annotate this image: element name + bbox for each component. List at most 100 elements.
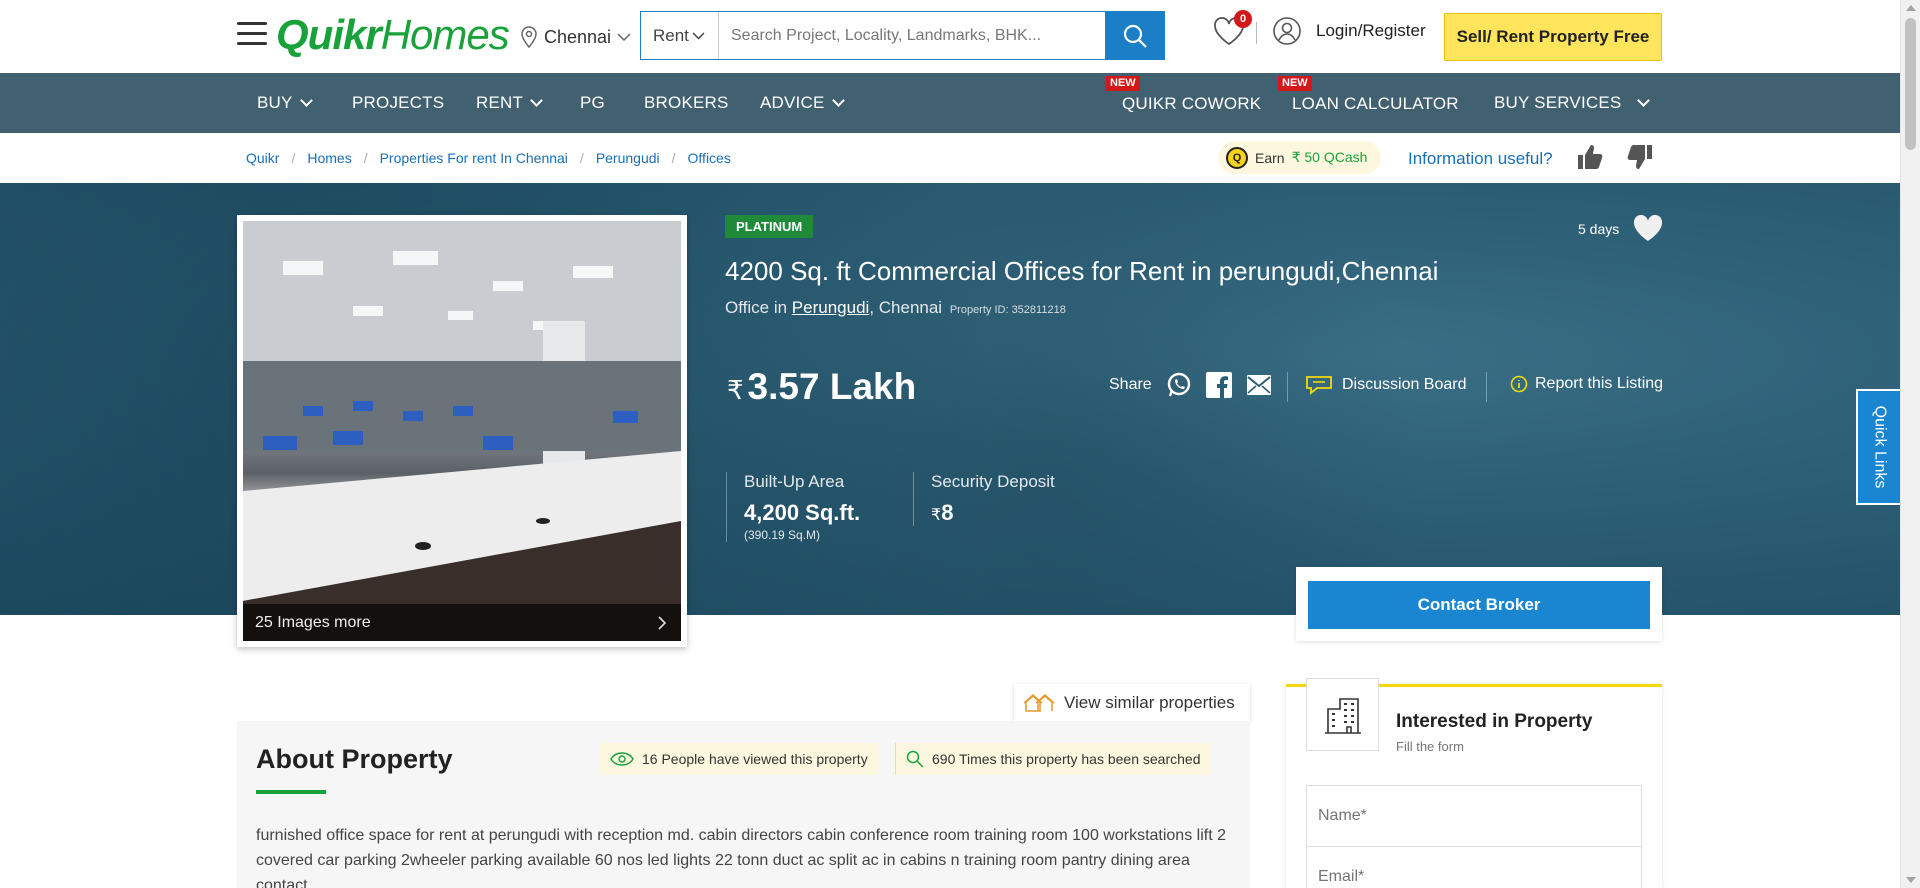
thumbs-up-icon[interactable]	[1576, 143, 1604, 171]
scroll-down-arrow-icon[interactable]	[1906, 877, 1916, 883]
divider	[1486, 372, 1487, 402]
email-icon[interactable]	[1246, 374, 1272, 396]
heading-underline	[256, 790, 326, 794]
breadcrumb-properties-rent-chennai[interactable]: Properties For rent In Chennai	[380, 150, 568, 166]
sell-rent-property-button[interactable]: Sell/ Rent Property Free	[1444, 13, 1662, 61]
chevron-right-icon	[658, 615, 667, 630]
property-photo[interactable]: 25 Images more	[237, 215, 687, 647]
price-value: 3.57 Lakh	[747, 366, 917, 407]
chevron-down-icon	[617, 32, 631, 41]
building-icon-box	[1306, 678, 1379, 751]
nav-brokers[interactable]: BROKERS	[644, 73, 729, 133]
building-icon	[1324, 697, 1361, 734]
location-pin-icon	[521, 26, 537, 48]
divider	[1287, 372, 1288, 402]
nav-rent[interactable]: RENT	[476, 73, 543, 133]
nav-buy[interactable]: BUY	[257, 73, 313, 133]
rupee-symbol: ₹	[931, 507, 942, 524]
about-property-section: About Property 16 People have viewed thi…	[237, 721, 1250, 888]
quikrhomes-logo[interactable]: QuikrHomes	[276, 10, 510, 60]
posted-ago: 5 days	[1578, 215, 1663, 242]
locality-link[interactable]: Perungudi	[792, 298, 870, 317]
breadcrumb-bar: Quikr / Homes / Properties For rent In Che…	[0, 133, 1900, 183]
feedback-thumbs	[1576, 143, 1654, 171]
scroll-up-arrow-icon[interactable]	[1906, 5, 1916, 11]
breadcrumb-perungudi[interactable]: Perungudi	[596, 150, 660, 166]
top-header: QuikrHomes Chennai Rent 0 Login/Register…	[0, 0, 1900, 73]
nav-projects[interactable]: PROJECTS	[352, 73, 444, 133]
searched-count-pill: 690 Times this property has been searche…	[895, 743, 1211, 775]
breadcrumb-separator: /	[363, 150, 368, 166]
whatsapp-icon[interactable]	[1166, 372, 1192, 398]
city-label: Chennai	[544, 26, 612, 47]
information-useful-label: Information useful?	[1408, 149, 1553, 168]
images-more-button[interactable]: 25 Images more	[243, 604, 681, 641]
chevron-down-icon	[1637, 94, 1651, 107]
chevron-down-icon	[692, 31, 705, 40]
login-register-link[interactable]: Login/Register	[1272, 16, 1426, 46]
property-description: furnished office space for rent at perun…	[256, 827, 1226, 888]
email-field[interactable]	[1306, 846, 1642, 888]
chat-bubble-icon	[1306, 376, 1332, 395]
main-nav: BUY PROJECTS RENT PG BROKERS ADVICE NEW …	[0, 73, 1900, 133]
hamburger-menu-icon[interactable]	[237, 22, 267, 48]
contact-broker-button[interactable]: Contact Broker	[1308, 581, 1650, 629]
rupee-symbol: ₹	[727, 375, 744, 405]
city-selector[interactable]: Chennai	[520, 26, 631, 48]
built-up-area-stat: Built-Up Area 4,200 Sq.ft. (390.19 Sq.M)	[726, 472, 860, 542]
wishlist-button[interactable]: 0	[1212, 10, 1252, 50]
listing-subtitle: Office in Perungudi, Chennai Property ID…	[725, 298, 1066, 317]
breadcrumb-separator: /	[671, 150, 676, 166]
interested-in-property-form: Interested in Property Fill the form	[1286, 678, 1662, 888]
search-mode-dropdown[interactable]: Rent	[641, 12, 719, 59]
user-icon	[1273, 17, 1301, 45]
office-interior-image: 25 Images more	[243, 221, 681, 641]
breadcrumb-quikr[interactable]: Quikr	[246, 150, 279, 166]
nav-buy-services[interactable]: BUY SERVICES	[1494, 73, 1651, 133]
breadcrumb-offices[interactable]: Offices	[688, 150, 731, 166]
info-icon	[1510, 375, 1528, 393]
breadcrumb-homes[interactable]: Homes	[307, 150, 351, 166]
contact-broker-box: Contact Broker	[1296, 567, 1662, 641]
thumbs-down-icon[interactable]	[1626, 143, 1654, 171]
listing-price: ₹ 3.57 Lakh	[727, 366, 916, 408]
earn-qcash-pill: Q Earn ₹ 50 QCash	[1218, 141, 1382, 174]
search-bar: Rent	[640, 11, 1165, 60]
form-subtitle: Fill the form	[1396, 739, 1464, 754]
eye-icon	[610, 752, 634, 766]
viewed-count-pill: 16 People have viewed this property	[600, 743, 878, 775]
wishlist-count-badge: 0	[1234, 10, 1252, 28]
quick-links-tab[interactable]: Quick Links	[1856, 389, 1900, 505]
property-id: Property ID: 352811218	[949, 304, 1066, 316]
houses-icon	[1024, 693, 1055, 712]
listing-title: 4200 Sq. ft Commercial Offices for Rent …	[725, 256, 1439, 286]
search-icon	[906, 750, 924, 768]
search-input[interactable]	[719, 12, 1105, 59]
office-photo-illustration	[243, 221, 681, 641]
nav-loan-calculator[interactable]: LOAN CALCULATOR	[1292, 73, 1459, 133]
name-field[interactable]	[1306, 785, 1642, 847]
nav-advice[interactable]: ADVICE	[760, 73, 845, 133]
platinum-badge: PLATINUM	[725, 215, 814, 238]
chevron-down-icon	[530, 94, 543, 107]
divider	[1256, 22, 1257, 44]
chevron-down-icon	[299, 94, 313, 107]
report-listing-link[interactable]: Report this Listing	[1510, 375, 1663, 393]
nav-pg[interactable]: PG	[580, 73, 605, 133]
breadcrumb-separator: /	[291, 150, 296, 166]
search-button[interactable]	[1105, 12, 1164, 59]
discussion-board-link[interactable]: Discussion Board	[1306, 375, 1467, 395]
favorite-heart-icon[interactable]	[1633, 215, 1663, 242]
scrollbar-thumb[interactable]	[1905, 18, 1916, 150]
security-deposit-stat: Security Deposit ₹8	[913, 472, 1055, 526]
page-scrollbar[interactable]	[1900, 0, 1920, 888]
breadcrumb: Quikr / Homes / Properties For rent In Che…	[246, 150, 731, 166]
chevron-down-icon	[831, 94, 845, 107]
facebook-icon[interactable]	[1205, 372, 1232, 398]
about-property-heading: About Property	[256, 744, 453, 774]
nav-quikr-cowork[interactable]: QUIKR COWORK	[1122, 73, 1261, 133]
search-icon	[1123, 24, 1147, 48]
share-bar: Share	[1109, 372, 1272, 398]
view-similar-properties-button[interactable]: View similar properties	[1014, 684, 1250, 722]
breadcrumb-separator: /	[579, 150, 584, 166]
